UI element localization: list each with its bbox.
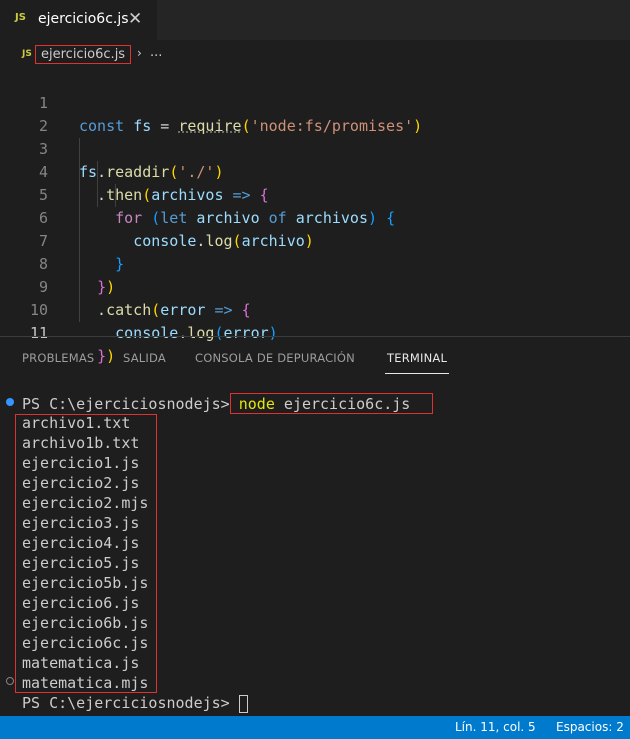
javascript-file-icon: JS (22, 49, 32, 59)
code-line: 1 const fs = require('node:fs/promises') (0, 69, 630, 135)
tab-salida[interactable]: SALIDA (123, 351, 166, 365)
tab-ejercicio6c[interactable]: JS ejercicio6c.js ✕ (0, 0, 157, 40)
code-line: 3 fs.readdir('./') (0, 115, 630, 181)
terminal-prompt: PS C:\ejerciciosnodejs> (22, 395, 230, 413)
tab-consola-depuracion[interactable]: CONSOLA DE DEPURACIÓN (195, 351, 355, 365)
chevron-right-icon: › (137, 46, 142, 60)
command-highlight-box (230, 393, 433, 414)
terminal-cursor (238, 694, 248, 713)
breadcrumb: JS ejercicio6c.js › ... (0, 40, 630, 69)
code-editor[interactable]: 1 const fs = require('node:fs/promises')… (0, 69, 630, 365)
breadcrumb-file[interactable]: ejercicio6c.js (35, 45, 132, 64)
command-pending-icon[interactable] (6, 677, 14, 685)
status-bar: Lín. 11, col. 5 Espacios: 2 (0, 716, 630, 739)
code-line: 4 .then(archivos => { (0, 138, 630, 204)
code-line: 7 } (0, 207, 630, 273)
command-success-icon[interactable] (6, 398, 14, 406)
code-line: 2 (0, 92, 630, 135)
indentation-setting[interactable]: Espacios: 2 (556, 720, 624, 734)
code-line: 5 for (let archivo of archivos) { (0, 161, 630, 227)
terminal-prompt: PS C:\ejerciciosnodejs> (22, 694, 230, 712)
tab-terminal[interactable]: TERMINAL (387, 351, 447, 365)
close-icon[interactable]: ✕ (128, 9, 142, 29)
editor-tab-bar: JS ejercicio6c.js ✕ (0, 0, 630, 40)
code-line: 10 console.log(error) (0, 276, 630, 342)
cursor-position[interactable]: Lín. 11, col. 5 (455, 720, 536, 734)
code-line: 6 console.log(archivo) (0, 184, 630, 250)
panel-tabs: PROBLEMAS SALIDA CONSOLA DE DEPURACIÓN T… (0, 337, 630, 377)
output-highlight-box (15, 414, 157, 693)
code-line: 9 .catch(error => { (0, 253, 630, 319)
javascript-file-icon: JS (15, 12, 26, 23)
code-line: 8 }) (0, 230, 630, 296)
active-tab-indicator (385, 373, 449, 374)
tab-label: ejercicio6c.js (38, 11, 129, 27)
code-line: 11 }) (0, 299, 630, 365)
tab-problemas[interactable]: PROBLEMAS (22, 351, 94, 365)
terminal-prompt-line[interactable]: PS C:\ejerciciosnodejs> (22, 693, 248, 713)
breadcrumb-more[interactable]: ... (150, 45, 162, 60)
